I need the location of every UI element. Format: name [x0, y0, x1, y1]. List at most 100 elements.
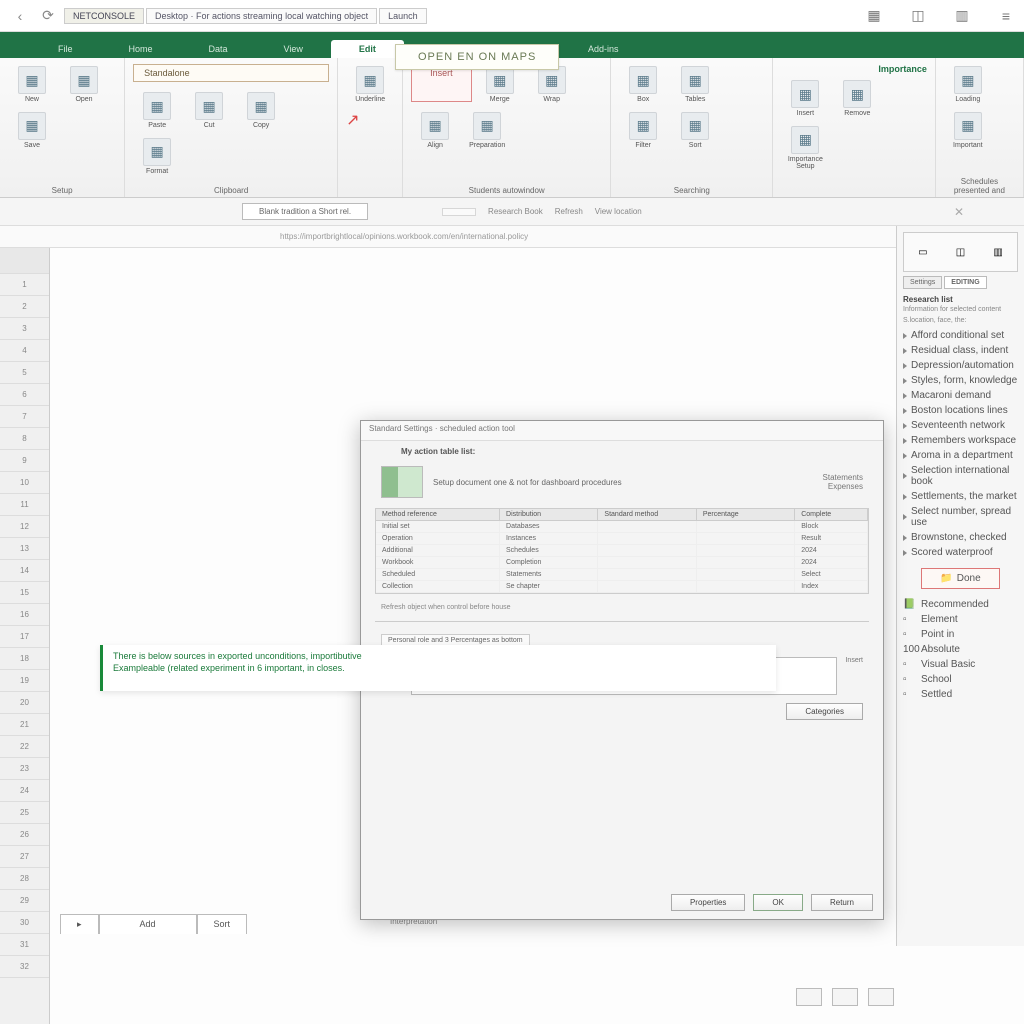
ribbon-button[interactable]: ▦Save — [8, 110, 56, 152]
panel-item[interactable]: Boston locations lines — [903, 403, 1018, 418]
ribbon-button[interactable]: ▦Align — [411, 110, 459, 152]
row-header[interactable]: 7 — [0, 406, 49, 428]
ribbon-highlight[interactable]: Standalone — [133, 64, 329, 82]
row-header[interactable]: 16 — [0, 604, 49, 626]
context-view[interactable]: View location — [595, 207, 642, 216]
panel-item[interactable]: Residual class, indent — [903, 343, 1018, 358]
ribbon-button[interactable]: ▦Loading — [944, 64, 992, 106]
row-header[interactable]: 21 — [0, 714, 49, 736]
panel-tab-settings[interactable]: Settings — [903, 276, 942, 289]
tab-home[interactable]: Home — [101, 40, 181, 58]
panel-item[interactable]: Select number, spread use — [903, 504, 1018, 530]
context-refresh[interactable]: Refresh — [555, 207, 583, 216]
dialog-thumbnail[interactable] — [381, 466, 423, 498]
row-header[interactable]: 11 — [0, 494, 49, 516]
panel-tool-icon[interactable]: ▭ — [918, 247, 927, 258]
ribbon-button[interactable]: ▦New — [8, 64, 56, 106]
breadcrumb-mid[interactable]: Desktop · For actions streaming local wa… — [146, 8, 377, 24]
panel-foot-item[interactable]: 100Absolute — [903, 642, 1018, 657]
ribbon-button[interactable]: ▦Merge — [476, 64, 524, 106]
context-box[interactable]: Blank tradition a Short rel. — [242, 203, 368, 220]
row-header[interactable]: 3 — [0, 318, 49, 340]
context-research[interactable]: Research Book — [488, 207, 543, 216]
ribbon-button[interactable]: ▦Insert — [781, 78, 829, 120]
calendar-icon[interactable]: ▦ — [864, 6, 884, 26]
ribbon-button[interactable]: ▦Format — [133, 136, 181, 178]
ribbon-green-link[interactable]: Importance — [781, 64, 927, 74]
sheet-tab-nav[interactable]: ▸ — [60, 914, 99, 934]
row-header[interactable]: 26 — [0, 824, 49, 846]
row-header[interactable]: 14 — [0, 560, 49, 582]
row-header[interactable]: 27 — [0, 846, 49, 868]
tab-addins[interactable]: Add-ins — [560, 40, 647, 58]
panel-item[interactable]: Selection international book — [903, 463, 1018, 489]
table-row[interactable]: Initial setDatabasesBlock — [376, 521, 868, 533]
view-normal-icon[interactable] — [796, 988, 822, 1006]
table-row[interactable]: AdditionalSchedules2024 — [376, 545, 868, 557]
row-header[interactable]: 9 — [0, 450, 49, 472]
view-break-icon[interactable] — [868, 988, 894, 1006]
dialog-th[interactable]: Method reference — [376, 509, 500, 520]
panel-foot-item[interactable]: ▫Visual Basic — [903, 657, 1018, 672]
table-row[interactable]: WorkbookCompletion2024 — [376, 557, 868, 569]
ribbon-button[interactable]: ▦Important — [944, 110, 992, 152]
panel-item[interactable]: Scored waterproof — [903, 545, 1018, 560]
row-header[interactable]: 12 — [0, 516, 49, 538]
dialog-th[interactable]: Standard method — [598, 509, 696, 520]
formula-text[interactable]: https://importbrightlocal/opinions.workb… — [280, 232, 528, 241]
row-header[interactable]: 30 — [0, 912, 49, 934]
ribbon-button[interactable]: ▦Wrap — [528, 64, 576, 106]
panel-foot-item[interactable]: ▫School — [903, 672, 1018, 687]
row-header[interactable]: 4 — [0, 340, 49, 362]
row-header[interactable]: 24 — [0, 780, 49, 802]
row-header[interactable]: 19 — [0, 670, 49, 692]
ribbon-button[interactable]: ▦Sort — [671, 110, 719, 152]
row-header[interactable]: 2 — [0, 296, 49, 318]
select-all[interactable] — [0, 248, 49, 274]
dialog-properties-button[interactable]: Properties — [671, 894, 745, 911]
breadcrumb-leaf[interactable]: Launch — [379, 8, 427, 24]
context-close-icon[interactable]: ✕ — [954, 205, 964, 219]
panel-item[interactable]: Settlements, the market — [903, 489, 1018, 504]
context-blank[interactable] — [442, 208, 476, 216]
panel-foot-item[interactable]: ▫Settled — [903, 687, 1018, 702]
ribbon-button[interactable]: ▦Box — [619, 64, 667, 106]
panel-tab-editing[interactable]: EDITING — [944, 276, 986, 289]
window-icon[interactable]: ◫ — [908, 6, 928, 26]
dialog-th[interactable]: Complete — [795, 509, 868, 520]
row-header[interactable]: 13 — [0, 538, 49, 560]
dialog-th[interactable]: Distribution — [500, 509, 598, 520]
row-header[interactable]: 25 — [0, 802, 49, 824]
row-header[interactable]: 20 — [0, 692, 49, 714]
row-header[interactable]: 10 — [0, 472, 49, 494]
dialog-categories-button[interactable]: Categories — [786, 703, 863, 720]
ribbon-button[interactable]: ▦Importance Setup — [781, 124, 829, 173]
panel-tool-icon[interactable]: ▥ — [993, 247, 1002, 258]
row-header[interactable]: 1 — [0, 274, 49, 296]
table-row[interactable]: OperationInstancesResult — [376, 533, 868, 545]
nav-back-icon[interactable]: ‹ — [8, 4, 32, 28]
row-header[interactable]: 8 — [0, 428, 49, 450]
ribbon-button[interactable]: ▦Open — [60, 64, 108, 106]
panel-item[interactable]: Afford conditional set — [903, 328, 1018, 343]
panel-item[interactable]: Seventeenth network — [903, 418, 1018, 433]
panel-foot-item[interactable]: ▫Element — [903, 612, 1018, 627]
row-header[interactable]: 22 — [0, 736, 49, 758]
row-header[interactable]: 5 — [0, 362, 49, 384]
row-header[interactable]: 15 — [0, 582, 49, 604]
tab-edit[interactable]: Edit — [331, 40, 404, 58]
panel-item[interactable]: Brownstone, checked — [903, 530, 1018, 545]
row-header[interactable]: 28 — [0, 868, 49, 890]
panel-item[interactable]: Styles, form, knowledge — [903, 373, 1018, 388]
row-header[interactable]: 23 — [0, 758, 49, 780]
row-header[interactable]: 6 — [0, 384, 49, 406]
ribbon-button[interactable]: ▦Preparation — [463, 110, 511, 152]
ribbon-button[interactable]: ▦Cut — [185, 90, 233, 132]
ribbon-button[interactable]: ▦Underline — [346, 64, 394, 106]
panel-item[interactable]: Remembers workspace — [903, 433, 1018, 448]
menu-icon[interactable]: ≡ — [996, 6, 1016, 26]
row-header[interactable]: 17 — [0, 626, 49, 648]
panel-item[interactable]: Aroma in a department — [903, 448, 1018, 463]
row-header[interactable]: 32 — [0, 956, 49, 978]
panel-foot-item[interactable]: 📗Recommended — [903, 597, 1018, 612]
